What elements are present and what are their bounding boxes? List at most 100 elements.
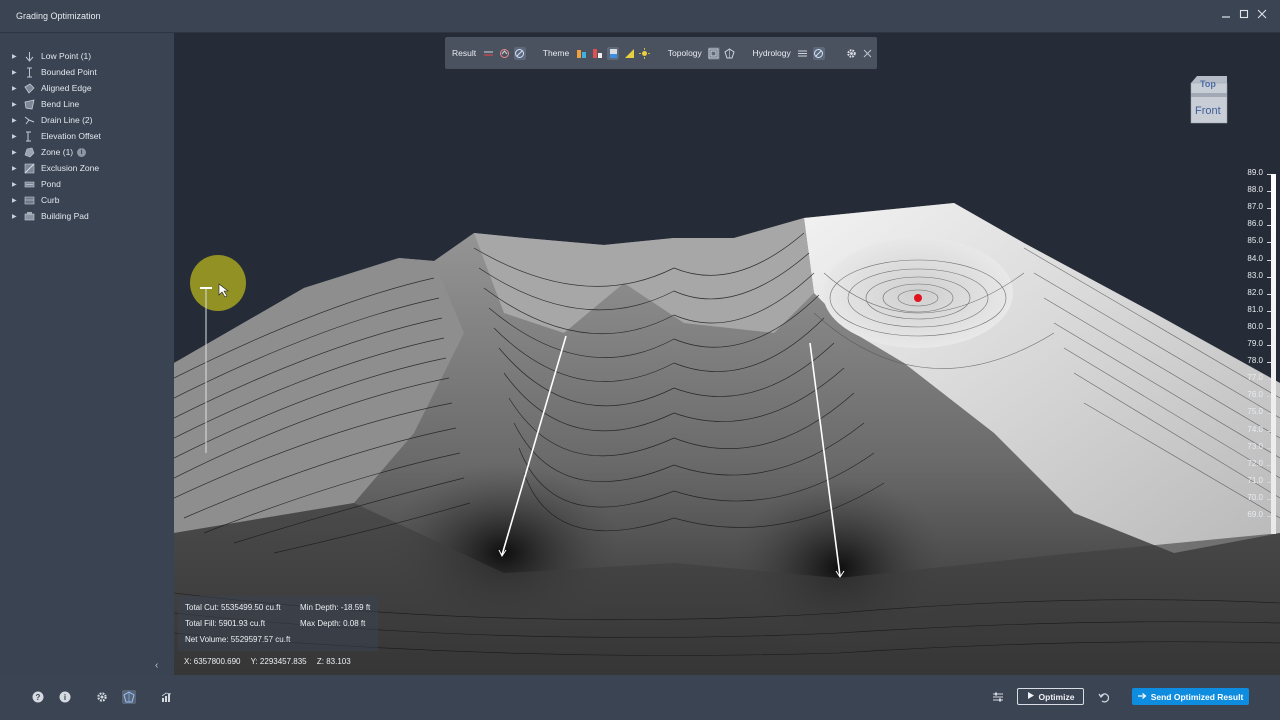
theme-slope-icon[interactable] — [591, 47, 603, 60]
legend-label: 84.0 — [1247, 253, 1263, 263]
expand-arrow-icon[interactable]: ▶ — [12, 133, 20, 140]
expand-arrow-icon[interactable]: ▶ — [12, 197, 20, 204]
tree-item-label: Zone (1) — [41, 147, 74, 157]
tree-item-label: Curb — [41, 195, 60, 205]
mesh-icon[interactable] — [724, 47, 736, 60]
tree-item-pond[interactable]: ▶ Pond — [12, 177, 61, 191]
curb-icon — [24, 195, 35, 206]
view-cube-front[interactable]: Front — [1195, 105, 1221, 117]
expand-arrow-icon[interactable]: ▶ — [12, 165, 20, 172]
tree-item-label: Pond — [41, 179, 61, 189]
legend-label: 81.0 — [1247, 304, 1263, 314]
info-icon[interactable]: i — [77, 147, 87, 157]
tree-item-elevation-offset[interactable]: ▶ Elevation Offset — [12, 129, 101, 143]
expand-arrow-icon[interactable]: ▶ — [12, 85, 20, 92]
legend-label: 76.0 — [1247, 390, 1263, 400]
tree-item-low-point[interactable]: ▶ Low Point (1) — [12, 49, 91, 63]
tree-item-curb[interactable]: ▶ Curb — [12, 193, 59, 207]
legend-tick — [1267, 464, 1271, 466]
send-optimized-result-button[interactable]: Send Optimized Result — [1132, 688, 1249, 705]
tree-item-building-pad[interactable]: ▶ Building Pad — [12, 209, 89, 223]
zone-icon — [24, 147, 35, 158]
building-pad-icon — [24, 211, 35, 222]
play-icon — [1027, 691, 1035, 702]
theme-gradient-icon[interactable] — [623, 47, 635, 60]
undo-icon[interactable] — [1097, 690, 1111, 704]
legend-tick — [1267, 362, 1271, 364]
tree-item-label: Exclusion Zone — [41, 163, 100, 173]
drainage-icon[interactable] — [498, 47, 510, 60]
expand-arrow-icon[interactable]: ▶ — [12, 213, 20, 220]
legend-tick — [1267, 208, 1271, 210]
legend-tick — [1267, 481, 1271, 483]
svg-text:?: ? — [36, 693, 41, 702]
statistics-chart-icon[interactable] — [160, 690, 174, 704]
app-window: Grading Optimization ▶ Low Point (1) ▶ B… — [0, 0, 1280, 720]
legend-label: 88.0 — [1247, 185, 1263, 195]
theme-grayscale-icon[interactable] — [607, 46, 620, 60]
legend-tick — [1267, 310, 1271, 312]
help-icon[interactable]: ? — [31, 690, 45, 704]
volume-stats-panel: Total Cut: 5535499.50 cu.ft Min Depth: -1… — [178, 596, 378, 651]
flow-lines-icon[interactable] — [797, 47, 809, 60]
theme-label: Theme — [542, 48, 570, 58]
coord-y: Y: 2293457.835 — [250, 657, 307, 666]
tree-item-drain-line[interactable]: ▶ Drain Line (2) — [12, 113, 93, 127]
legend-tick — [1267, 396, 1271, 398]
info-icon[interactable]: i — [58, 690, 72, 704]
terrain-viewport[interactable]: Result Theme Topology Hydrology Top Fron… — [174, 33, 1280, 675]
theme-elevation-icon[interactable] — [575, 47, 587, 60]
tree-item-label: Bend Line — [41, 99, 80, 109]
constraint-tree-panel: ▶ Low Point (1) ▶ Bounded Point ▶ Aligne… — [0, 33, 174, 675]
tree-item-zone[interactable]: ▶ Zone (1) i — [12, 145, 87, 159]
legend-label: 82.0 — [1247, 287, 1263, 297]
expand-arrow-icon[interactable]: ▶ — [12, 69, 20, 76]
settings-icon[interactable] — [95, 690, 109, 704]
expand-arrow-icon[interactable]: ▶ — [12, 101, 20, 108]
tree-item-label: Elevation Offset — [41, 131, 101, 141]
terrain-surface — [174, 203, 1280, 675]
legend-label: 74.0 — [1247, 424, 1263, 434]
legend-label: 70.0 — [1247, 492, 1263, 502]
expand-arrow-icon[interactable]: ▶ — [12, 117, 20, 124]
cursor-coordinates: X: 6357800.690 Y: 2293457.835 Z: 83.103 — [184, 657, 359, 666]
elevation-legend: 89.0 88.0 87.0 86.0 85.0 84.0 83.0 82.0 81.0 80.0… — [1229, 168, 1279, 538]
legend-label: 85.0 — [1247, 236, 1263, 246]
settings-gear-icon[interactable] — [845, 47, 857, 60]
collapse-panel-icon[interactable]: ‹ — [155, 660, 158, 671]
expand-arrow-icon[interactable]: ▶ — [12, 149, 20, 156]
legend-color-bar — [1271, 174, 1276, 534]
viewport-toolbar: Result Theme Topology Hydrology — [445, 37, 877, 69]
view-cube[interactable]: Top Front — [1189, 75, 1229, 125]
legend-label: 69.0 — [1247, 510, 1263, 519]
tree-item-bend-line[interactable]: ▶ Bend Line — [12, 97, 79, 111]
expand-arrow-icon[interactable]: ▶ — [12, 181, 20, 188]
tree-item-exclusion-zone[interactable]: ▶ Exclusion Zone — [12, 161, 99, 175]
tree-item-aligned-edge[interactable]: ▶ Aligned Edge — [12, 81, 92, 95]
surface-mesh-icon[interactable] — [122, 690, 136, 704]
optimize-button[interactable]: Optimize — [1017, 688, 1084, 705]
cut-fill-icon[interactable] — [482, 47, 494, 60]
legend-tick — [1267, 345, 1271, 346]
close-icon[interactable] — [1254, 8, 1270, 24]
legend-tick — [1267, 242, 1271, 244]
legend-tick — [1267, 327, 1271, 329]
view-cube-top[interactable]: Top — [1200, 79, 1216, 89]
bounded-point-icon — [24, 67, 35, 78]
minimize-icon[interactable] — [1218, 8, 1234, 24]
low-point-marker[interactable] — [914, 294, 922, 302]
hydrology-none-icon[interactable] — [812, 46, 825, 60]
low-point-icon — [24, 51, 35, 62]
contours-icon[interactable] — [707, 46, 720, 60]
elevation-offset-icon — [24, 131, 35, 142]
tree-item-label: Drain Line (2) — [41, 115, 93, 125]
toolbar-close-icon[interactable] — [861, 47, 873, 60]
result-none-icon[interactable] — [513, 46, 526, 60]
maximize-icon[interactable] — [1236, 8, 1252, 24]
expand-arrow-icon[interactable]: ▶ — [12, 53, 20, 60]
legend-label: 79.0 — [1247, 339, 1263, 348]
tree-item-bounded-point[interactable]: ▶ Bounded Point — [12, 65, 97, 79]
hydrology-label: Hydrology — [752, 48, 791, 58]
optimization-settings-icon[interactable] — [991, 690, 1005, 704]
theme-sun-icon[interactable] — [639, 47, 651, 60]
